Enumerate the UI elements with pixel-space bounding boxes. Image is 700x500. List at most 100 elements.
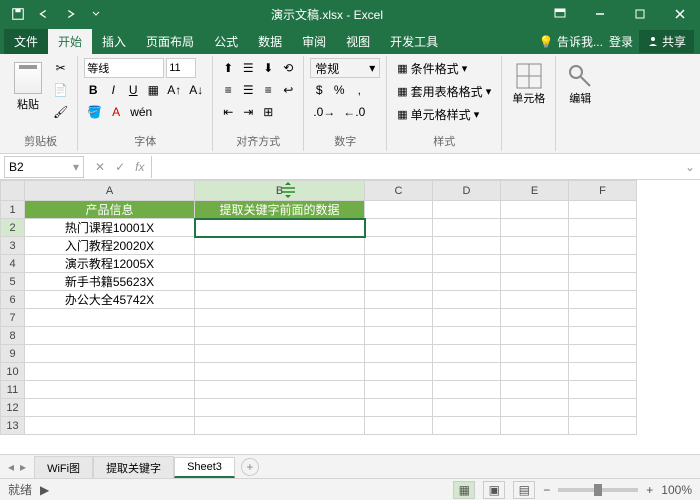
align-top-button[interactable]: ⬆ — [219, 58, 237, 78]
cell-A2[interactable]: 热门课程10001X — [25, 219, 195, 237]
expand-formula-button[interactable]: ⌄ — [680, 160, 700, 174]
save-button[interactable] — [6, 2, 30, 26]
cell-A4[interactable]: 演示教程12005X — [25, 255, 195, 273]
cell[interactable] — [569, 219, 637, 237]
cell[interactable] — [501, 219, 569, 237]
redo-button[interactable] — [58, 2, 82, 26]
number-format-dropdown[interactable]: 常规▾ — [310, 58, 380, 78]
maximize-button[interactable] — [620, 0, 660, 28]
cell[interactable] — [569, 417, 637, 435]
cell[interactable] — [365, 291, 433, 309]
cell-B1[interactable]: 提取关键字前面的数据 — [195, 201, 365, 219]
row-header[interactable]: 12 — [1, 399, 25, 417]
cell[interactable] — [195, 273, 365, 291]
cell[interactable] — [195, 327, 365, 345]
cell[interactable] — [433, 363, 501, 381]
formula-input[interactable] — [152, 156, 680, 178]
tab-review[interactable]: 审阅 — [292, 29, 336, 54]
zoom-out-button[interactable]: − — [543, 483, 550, 497]
cell[interactable] — [569, 255, 637, 273]
cell[interactable] — [195, 399, 365, 417]
cell[interactable] — [433, 399, 501, 417]
cell[interactable] — [365, 219, 433, 237]
cell-A5[interactable]: 新手书籍55623X — [25, 273, 195, 291]
tab-view[interactable]: 视图 — [336, 29, 380, 54]
cell[interactable] — [501, 273, 569, 291]
tab-nav-first[interactable]: ◂ — [6, 460, 16, 474]
cell[interactable] — [365, 363, 433, 381]
increase-indent-button[interactable]: ⇥ — [239, 102, 257, 122]
cell[interactable] — [433, 345, 501, 363]
undo-button[interactable] — [32, 2, 56, 26]
cell[interactable] — [25, 309, 195, 327]
tab-home[interactable]: 开始 — [48, 29, 92, 54]
qat-customize-button[interactable] — [84, 2, 108, 26]
name-box[interactable]: B2▾ — [4, 156, 84, 178]
cell[interactable] — [501, 237, 569, 255]
cell[interactable] — [501, 399, 569, 417]
cell[interactable] — [501, 327, 569, 345]
cell[interactable] — [433, 381, 501, 399]
row-header[interactable]: 6 — [1, 291, 25, 309]
cell[interactable] — [195, 309, 365, 327]
cell[interactable] — [365, 345, 433, 363]
conditional-format-button[interactable]: ▦ 条件格式 ▾ — [393, 58, 495, 79]
macro-record-button[interactable]: ▶ — [40, 483, 49, 497]
cell[interactable] — [569, 399, 637, 417]
row-header[interactable]: 1 — [1, 201, 25, 219]
cell[interactable] — [365, 201, 433, 219]
enter-formula-button[interactable]: ✓ — [112, 160, 128, 174]
cell[interactable] — [501, 345, 569, 363]
cell[interactable] — [365, 273, 433, 291]
cell[interactable] — [501, 417, 569, 435]
decrease-decimal-button[interactable]: ←.0 — [340, 102, 368, 122]
new-sheet-button[interactable]: + — [241, 458, 259, 476]
font-color-button[interactable]: A — [107, 102, 125, 122]
align-left-button[interactable]: ≡ — [219, 80, 237, 100]
cell[interactable] — [569, 273, 637, 291]
cancel-formula-button[interactable]: ✕ — [92, 160, 108, 174]
cell[interactable] — [365, 399, 433, 417]
cell[interactable] — [195, 237, 365, 255]
cell[interactable] — [433, 237, 501, 255]
sheet-tab-extract[interactable]: 提取关键字 — [93, 456, 174, 479]
cell[interactable] — [365, 417, 433, 435]
wrap-text-button[interactable]: ↩ — [279, 80, 297, 100]
cell[interactable] — [365, 327, 433, 345]
bold-button[interactable]: B — [84, 80, 102, 100]
cell-A6[interactable]: 办公大全45742X — [25, 291, 195, 309]
cell[interactable] — [433, 309, 501, 327]
ribbon-options-button[interactable] — [540, 0, 580, 28]
cells-button[interactable]: 单元格 — [508, 58, 549, 110]
align-bottom-button[interactable]: ⬇ — [259, 58, 277, 78]
zoom-slider[interactable] — [558, 488, 638, 492]
row-header[interactable]: 13 — [1, 417, 25, 435]
fx-button[interactable]: fx — [132, 160, 147, 174]
cell[interactable] — [433, 273, 501, 291]
table-format-button[interactable]: ▦ 套用表格格式 ▾ — [393, 81, 495, 102]
cell[interactable] — [195, 363, 365, 381]
font-size-input[interactable] — [166, 58, 196, 78]
increase-decimal-button[interactable]: .0→ — [310, 102, 338, 122]
cell[interactable] — [569, 363, 637, 381]
editing-button[interactable]: 编辑 — [562, 58, 598, 110]
col-header-C[interactable]: C — [365, 181, 433, 201]
row-header[interactable]: 7 — [1, 309, 25, 327]
cell[interactable] — [501, 309, 569, 327]
sheet-tab-wifi[interactable]: WiFi图 — [34, 456, 93, 479]
percent-button[interactable]: % — [330, 80, 348, 100]
minimize-button[interactable] — [580, 0, 620, 28]
tab-file[interactable]: 文件 — [4, 29, 48, 54]
cell[interactable] — [195, 291, 365, 309]
col-header-B[interactable]: B — [195, 181, 365, 201]
cell[interactable] — [569, 237, 637, 255]
cell[interactable] — [365, 237, 433, 255]
page-layout-view-button[interactable]: ▣ — [483, 481, 505, 499]
zoom-in-button[interactable]: + — [646, 483, 653, 497]
tab-data[interactable]: 数据 — [248, 29, 292, 54]
cell[interactable] — [433, 219, 501, 237]
cell-A3[interactable]: 入门教程20020X — [25, 237, 195, 255]
font-name-input[interactable] — [84, 58, 164, 78]
cell[interactable] — [433, 417, 501, 435]
cell-styles-button[interactable]: ▦ 单元格样式 ▾ — [393, 104, 495, 125]
